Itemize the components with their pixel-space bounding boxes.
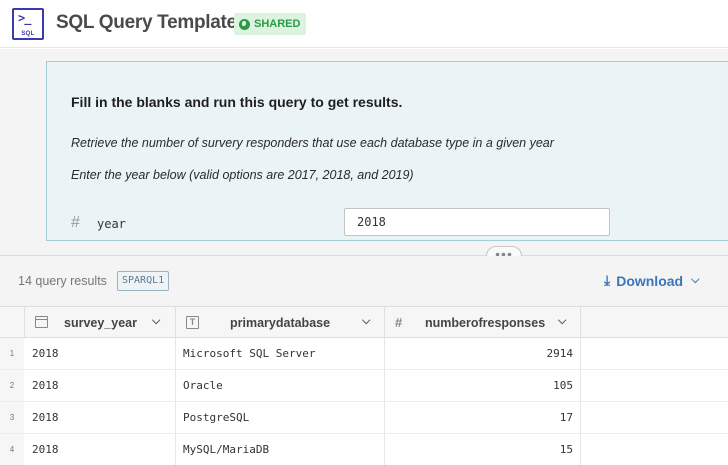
cell-divider (175, 402, 176, 433)
cell-primarydatabase[interactable]: PostgreSQL (183, 411, 249, 424)
cell-divider (384, 402, 385, 433)
shared-badge[interactable]: SHARED (234, 13, 307, 35)
results-count: 14 query results (18, 274, 107, 288)
column-label: numberofresponses (425, 316, 546, 330)
row-number: 4 (0, 434, 24, 465)
cell-divider (580, 402, 581, 433)
query-name-badge[interactable]: SPARQL1 (117, 271, 170, 291)
table-row[interactable]: 1 2018 Microsoft SQL Server 2914 (0, 338, 728, 370)
cell-survey-year[interactable]: 2018 (32, 347, 59, 360)
cell-divider (580, 338, 581, 369)
chevron-down-icon[interactable]: ⌵ (558, 315, 566, 328)
cell-primarydatabase[interactable]: MySQL/MariaDB (183, 443, 269, 456)
row-number: 2 (0, 370, 24, 401)
cell-numberofresponses[interactable]: 17 (560, 411, 573, 424)
download-label: Download (616, 272, 684, 289)
column-divider (580, 307, 581, 338)
cell-survey-year[interactable]: 2018 (32, 443, 59, 456)
query-description: Retrieve the number of survery responder… (71, 136, 554, 150)
sql-app-icon: >_ SQL (12, 8, 44, 40)
cell-primarydatabase[interactable]: Oracle (183, 379, 223, 392)
cell-divider (384, 370, 385, 401)
download-button[interactable]: ⤓ Download ⌵ (604, 272, 699, 289)
sql-icon-label: SQL (21, 31, 35, 37)
parameter-card: Fill in the blanks and run this query to… (46, 61, 728, 241)
cell-survey-year[interactable]: 2018 (32, 379, 59, 392)
column-label: primarydatabase (230, 316, 331, 330)
results-toolbar: 14 query results SPARQL1 ⤓ Download ⌵ (0, 256, 728, 306)
cell-primarydatabase[interactable]: Microsoft SQL Server (183, 347, 315, 360)
cell-divider (384, 434, 385, 465)
cell-numberofresponses[interactable]: 105 (553, 379, 573, 392)
cell-divider (580, 370, 581, 401)
cell-divider (175, 370, 176, 401)
download-icon: ⤓ (604, 272, 611, 288)
column-header-survey-year[interactable]: survey_year ⌵ (24, 307, 175, 338)
terminal-prompt-glyph: >_ (18, 11, 31, 25)
calendar-icon (35, 316, 48, 328)
page-title: SQL Query Template (56, 12, 237, 33)
column-header-numberofresponses[interactable]: # numberofresponses ⌵ (384, 307, 580, 338)
cell-numberofresponses[interactable]: 15 (560, 443, 573, 456)
cell-survey-year[interactable]: 2018 (32, 411, 59, 424)
chevron-down-icon[interactable]: ⌵ (152, 315, 160, 328)
cell-divider (580, 434, 581, 465)
cell-divider (175, 434, 176, 465)
cell-divider (384, 338, 385, 369)
parameter-instructions: Enter the year below (valid options are … (71, 168, 414, 182)
parameter-name: year (97, 217, 126, 231)
text-type-icon: T (186, 316, 199, 329)
row-number: 1 (0, 338, 24, 369)
column-header-primarydatabase[interactable]: T primarydatabase ⌵ (175, 307, 384, 338)
hash-icon: # (71, 214, 80, 231)
results-table-header: survey_year ⌵ T primarydatabase ⌵ # numb… (0, 306, 728, 338)
table-row[interactable]: 2 2018 Oracle 105 (0, 370, 728, 402)
table-row[interactable]: 3 2018 PostgreSQL 17 (0, 402, 728, 434)
cell-numberofresponses[interactable]: 2914 (547, 347, 574, 360)
globe-icon (239, 18, 250, 30)
hash-icon: # (395, 315, 403, 330)
row-number: 3 (0, 402, 24, 433)
parameters-area: Fill in the blanks and run this query to… (0, 49, 728, 255)
shared-badge-label: SHARED (254, 18, 301, 30)
chevron-down-icon: ⌵ (691, 274, 700, 286)
app-header: >_ SQL SQL Query Template SHARED (0, 0, 728, 48)
table-row[interactable]: 4 2018 MySQL/MariaDB 15 (0, 434, 728, 465)
cell-divider (175, 338, 176, 369)
parameter-card-heading: Fill in the blanks and run this query to… (71, 94, 403, 110)
year-input[interactable]: 2018 (344, 208, 610, 236)
column-label: survey_year (64, 316, 137, 330)
chevron-down-icon[interactable]: ⌵ (362, 315, 370, 328)
